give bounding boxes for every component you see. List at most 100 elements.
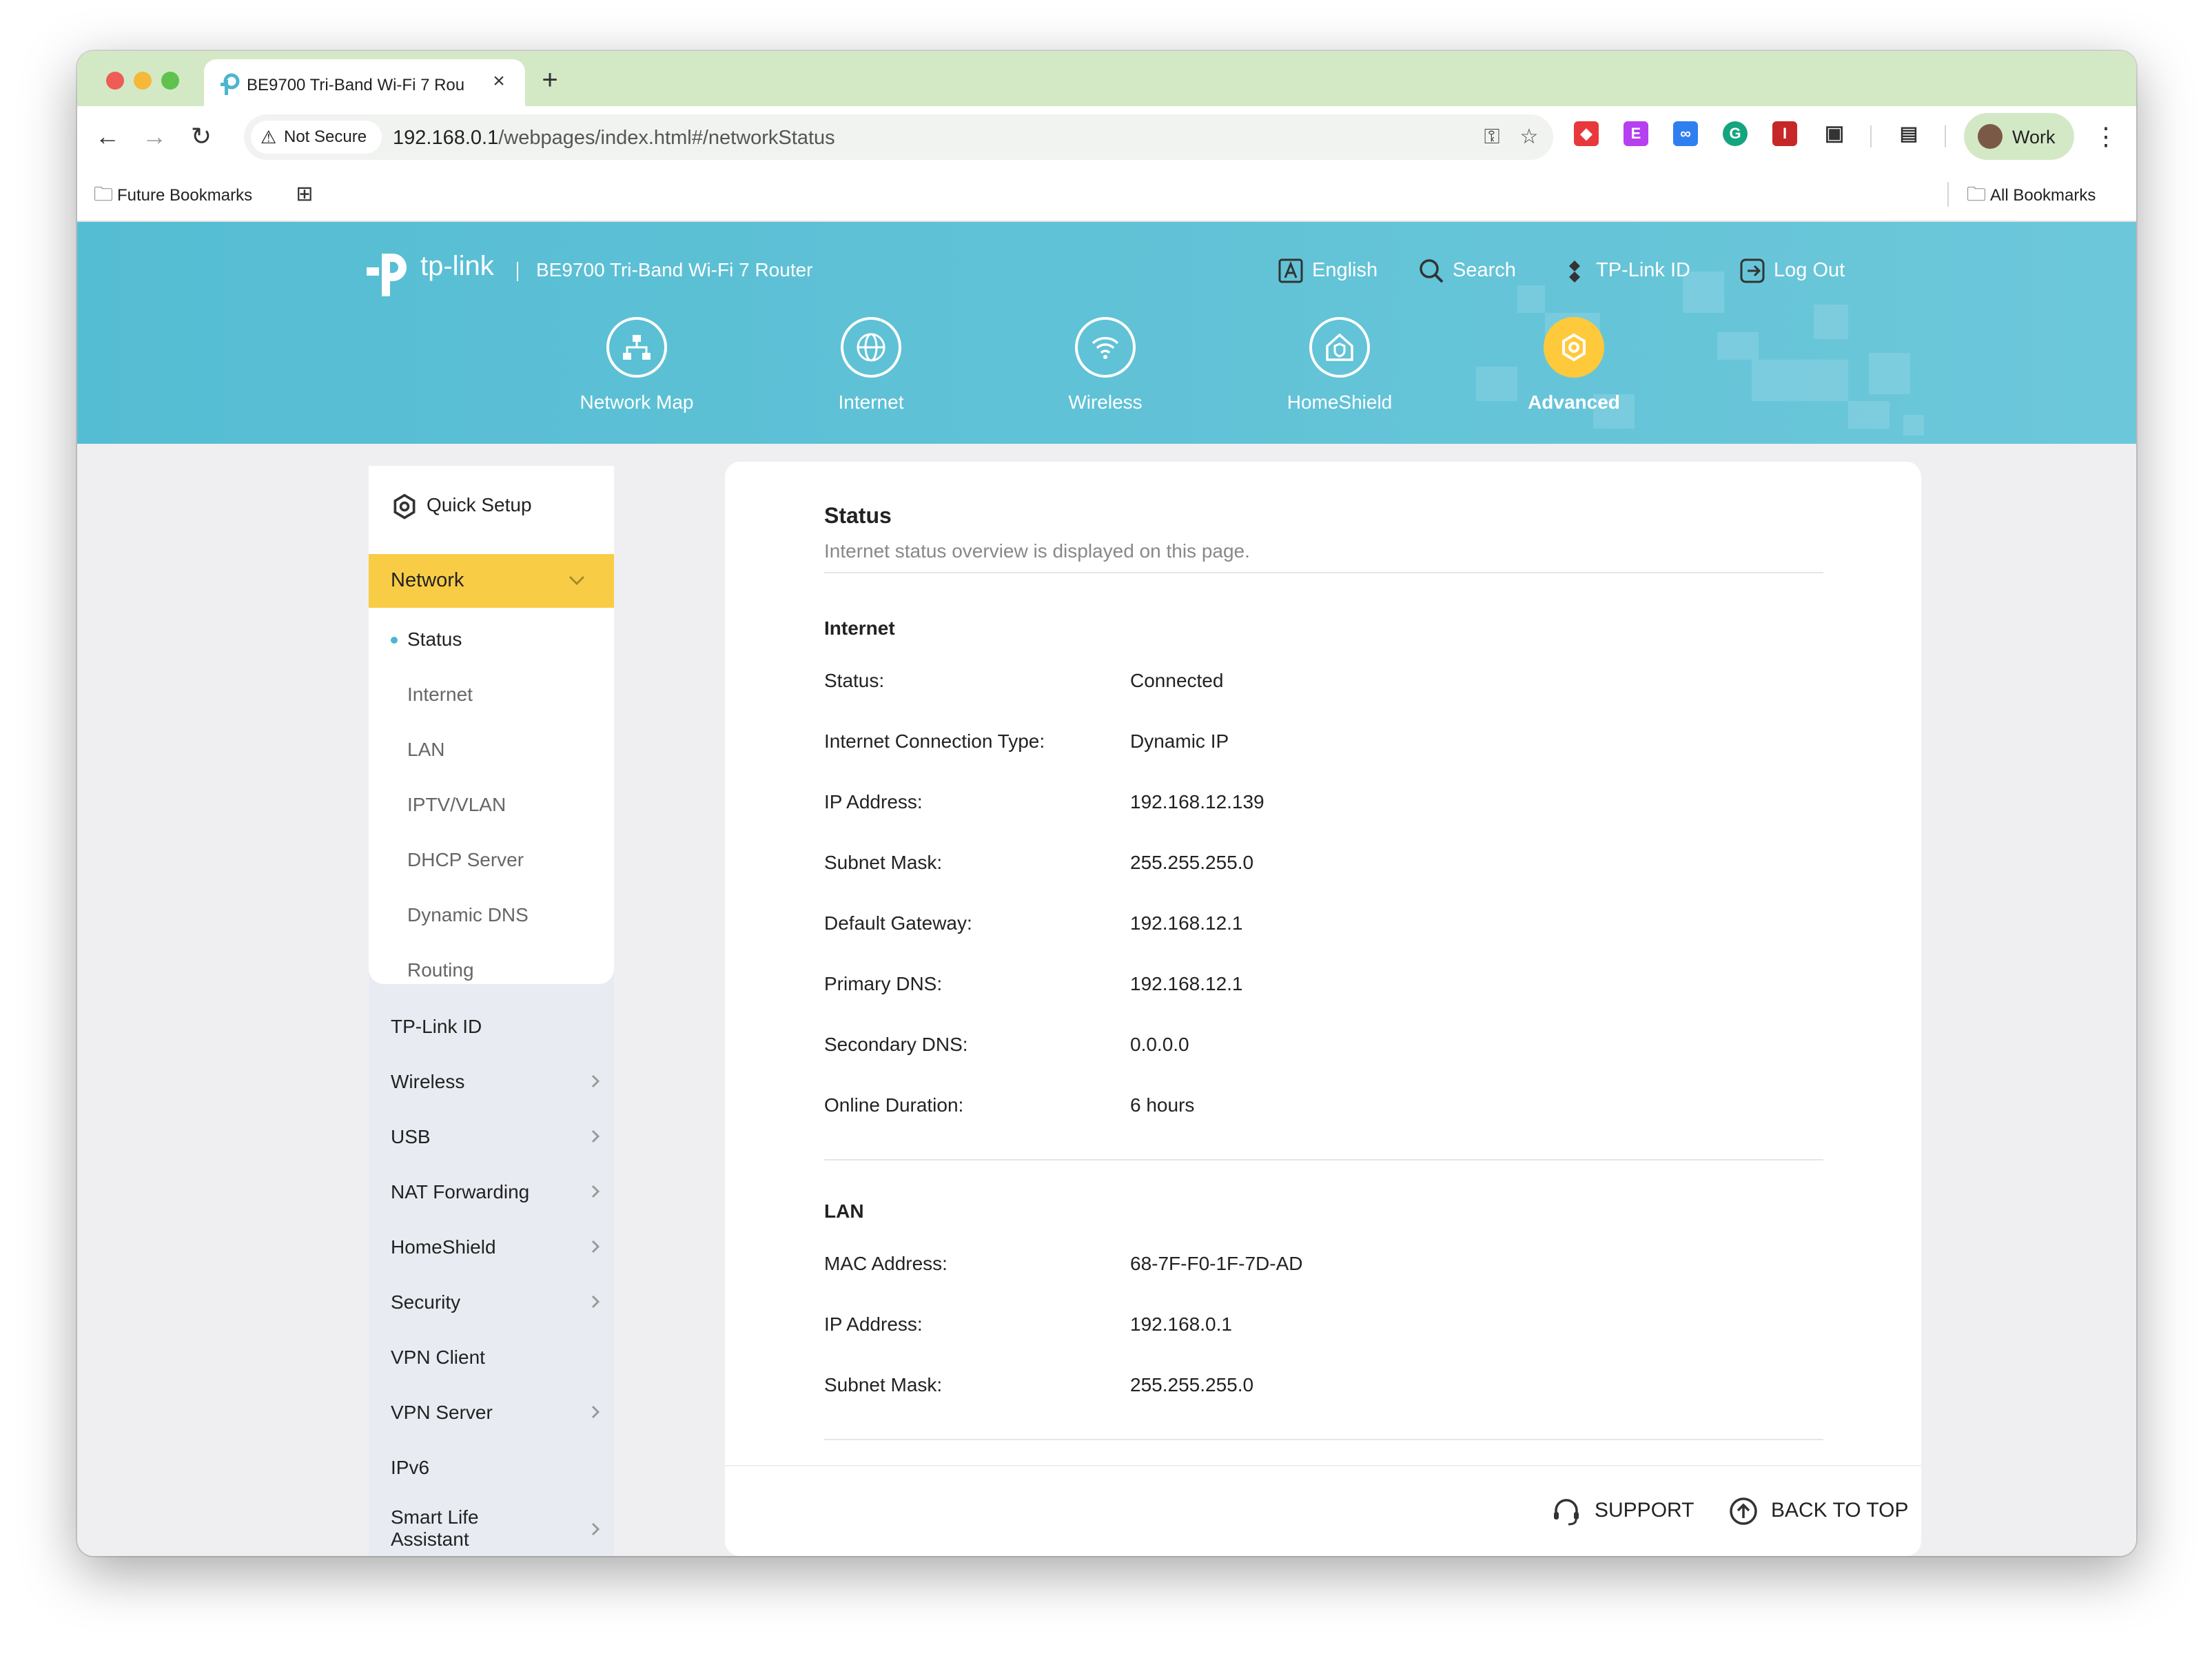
sidebar-item-vpn-client[interactable]: VPN Client [391, 1347, 597, 1369]
sidebar-item-smart-life-assistant[interactable]: Smart Life Assistant [391, 1506, 600, 1550]
field-label: IP Address: [824, 1313, 923, 1335]
field-value-connection-type: Dynamic IP [1130, 730, 1229, 752]
field-value-primary-dns: 192.168.12.1 [1130, 973, 1243, 994]
sidebar-item-label: VPN Server [391, 1402, 493, 1423]
sidebar-subitem-routing[interactable]: Routing [407, 956, 474, 984]
sidebar-item-label-line2: Assistant [391, 1528, 469, 1550]
sidebar-item-tplink-id[interactable]: TP-Link ID [391, 1016, 597, 1038]
tplink-favicon-icon [221, 73, 240, 95]
tplink-id-link[interactable]: TP-Link ID [1560, 255, 1690, 285]
sidebar-item-label: Smart Life [391, 1506, 479, 1528]
letter-e-extension-icon[interactable]: E [1624, 121, 1648, 146]
sidebar-item-label: NAT Forwarding [391, 1181, 530, 1202]
field-label: IP Address: [824, 791, 923, 812]
future-bookmarks-folder[interactable]: 🗀 Future Bookmarks [94, 181, 252, 208]
extensions-puzzle-icon[interactable]: ▣ [1822, 121, 1847, 146]
search-icon [1420, 259, 1444, 283]
security-chip[interactable]: ⚠ Not Secure [251, 121, 382, 154]
reload-button[interactable]: ↻ [185, 120, 218, 153]
grammarly-icon[interactable]: G [1723, 121, 1748, 146]
browser-menu-icon[interactable]: ⋮ [2093, 119, 2118, 154]
tab-strip: BE9700 Tri-Band Wi-Fi 7 Rou × + [77, 51, 2136, 106]
chevron-right-icon [591, 1240, 600, 1253]
network-map-icon [606, 317, 667, 378]
bookmark-tag-icon[interactable]: ◆ [1574, 121, 1599, 146]
nav-wireless[interactable]: Wireless [1030, 313, 1181, 430]
sidebar-subitem-internet[interactable]: Internet [407, 681, 473, 708]
back-button[interactable]: ← [91, 120, 124, 153]
zoom-window-button[interactable] [161, 72, 179, 90]
nav-label: HomeShield [1287, 391, 1393, 413]
new-tab-button[interactable]: + [535, 65, 565, 95]
field-label: Primary DNS: [824, 973, 943, 994]
profile-button[interactable]: Work [1964, 113, 2074, 160]
sidebar-item-usb[interactable]: USB [391, 1126, 600, 1148]
sidebar-item-security[interactable]: Security [391, 1291, 600, 1313]
password-key-icon[interactable]: ⚿ [1477, 123, 1506, 152]
router-page: tp-link BE9700 Tri-Band Wi-Fi 7 Router E… [77, 222, 2136, 1556]
homeshield-icon [1309, 317, 1370, 378]
apps-grid-icon[interactable]: ⊞ [292, 182, 317, 207]
field-value-ip-address: 192.168.12.139 [1130, 791, 1264, 812]
brand-wordmark: tp-link [420, 251, 494, 281]
support-link[interactable]: SUPPORT [1550, 1494, 1694, 1527]
minimize-window-button[interactable] [134, 72, 152, 90]
search-label: Search [1453, 259, 1516, 281]
header-divider [517, 262, 518, 281]
network-label: Network [391, 569, 464, 591]
url-text[interactable]: 192.168.0.1/webpages/index.html#/network… [393, 127, 835, 150]
url-host: 192.168.0.1 [393, 127, 499, 149]
close-tab-icon[interactable]: × [488, 70, 510, 92]
address-bar[interactable]: ⚠ Not Secure 192.168.0.1/webpages/index.… [244, 114, 1553, 160]
nav-internet[interactable]: Internet [795, 313, 947, 430]
logout-link[interactable]: Log Out [1738, 255, 1845, 285]
toolbar-divider [1945, 125, 1946, 147]
sidebar-item-wireless[interactable]: Wireless [391, 1071, 600, 1093]
sidebar-item-homeshield[interactable]: HomeShield [391, 1236, 600, 1258]
sidebar-item-quick-setup[interactable]: Quick Setup [391, 488, 532, 522]
instapaper-icon[interactable]: I [1772, 121, 1797, 146]
quick-setup-gear-icon [393, 493, 416, 520]
bookmark-star-icon[interactable]: ☆ [1515, 123, 1544, 152]
field-value-online-duration: 6 hours [1130, 1094, 1195, 1116]
tab-title: BE9700 Tri-Band Wi-Fi 7 Rou [247, 76, 465, 94]
back-to-top-link[interactable]: BACK TO TOP [1728, 1494, 1909, 1527]
router-header: tp-link BE9700 Tri-Band Wi-Fi 7 Router E… [77, 222, 2136, 444]
sidebar-item-network[interactable]: Network [369, 554, 614, 608]
sidebar-subitem-status[interactable]: Status [391, 626, 462, 653]
nav-advanced[interactable]: Advanced [1498, 313, 1650, 430]
gear-icon [1544, 317, 1604, 378]
arrow-up-circle-icon [1730, 1497, 1757, 1525]
language-selector[interactable]: English [1276, 255, 1378, 285]
tab-router[interactable]: BE9700 Tri-Band Wi-Fi 7 Rou × [204, 59, 525, 106]
sidebar-subitem-dynamic-dns[interactable]: Dynamic DNS [407, 901, 529, 929]
field-label: Subnet Mask: [824, 1374, 943, 1395]
link-extension-icon[interactable]: ∞ [1673, 121, 1698, 146]
chevron-right-icon [591, 1522, 600, 1536]
field-label: Secondary DNS: [824, 1034, 968, 1055]
header-pattern [1848, 401, 1890, 429]
nav-network-map[interactable]: Network Map [561, 313, 713, 430]
sidebar-subitem-dhcp-server[interactable]: DHCP Server [407, 846, 524, 874]
header-pattern [1717, 332, 1759, 360]
chevron-right-icon [591, 1074, 600, 1088]
section-heading-internet: Internet [824, 617, 895, 639]
sidebar-item-vpn-server[interactable]: VPN Server [391, 1402, 600, 1424]
field-value-lan-subnet-mask: 255.255.255.0 [1130, 1374, 1254, 1395]
search-link[interactable]: Search [1417, 255, 1516, 285]
close-window-button[interactable] [106, 72, 124, 90]
reading-list-icon[interactable]: ▤ [1896, 121, 1921, 146]
nav-homeshield[interactable]: HomeShield [1264, 313, 1415, 430]
sidebar-item-nat-forwarding[interactable]: NAT Forwarding [391, 1181, 600, 1203]
page-title: Status [824, 503, 892, 528]
all-bookmarks-folder[interactable]: 🗀 All Bookmarks [1967, 181, 2096, 208]
field-value-mac-address: 68-7F-F0-1F-7D-AD [1130, 1253, 1303, 1274]
sidebar-subitem-lan[interactable]: LAN [407, 736, 444, 764]
folder-icon: 🗀 [94, 183, 114, 205]
quick-setup-label: Quick Setup [427, 494, 532, 515]
header-pattern [1903, 415, 1924, 436]
sidebar-subitem-iptv-vlan[interactable]: IPTV/VLAN [407, 791, 506, 819]
forward-button[interactable]: → [138, 120, 171, 153]
sidebar-item-ipv6[interactable]: IPv6 [391, 1457, 597, 1479]
browser-toolbar: ← → ↻ ⚠ Not Secure 192.168.0.1/webpages/… [77, 106, 2136, 167]
